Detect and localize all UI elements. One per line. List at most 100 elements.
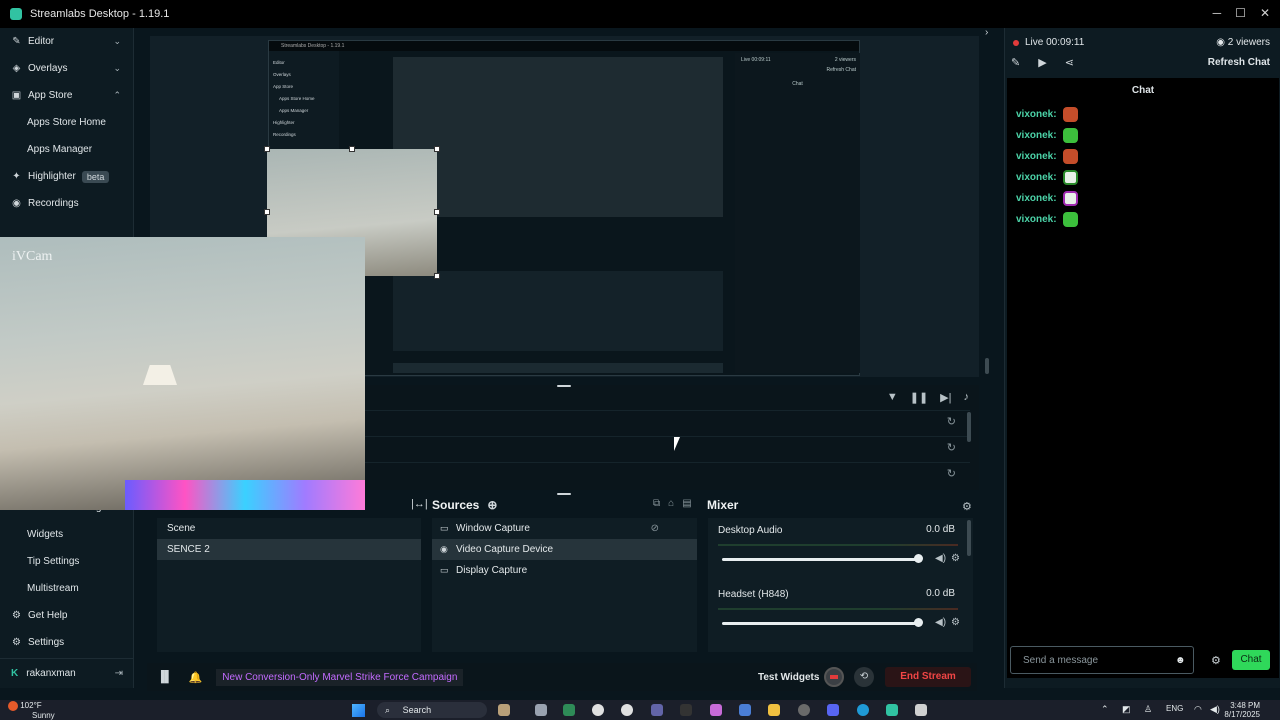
source-item-selected[interactable]: ◉ Video Capture Device	[432, 539, 697, 560]
chrome-icon[interactable]	[621, 704, 633, 716]
volume-slider[interactable]	[722, 558, 918, 561]
edit-stream-icon[interactable]: ✎	[1011, 56, 1020, 69]
tray-chevron-icon[interactable]: ⌃	[1101, 704, 1109, 715]
record-button[interactable]	[824, 667, 844, 687]
discord-icon[interactable]	[827, 704, 839, 716]
close-icon[interactable]: ✕	[1260, 6, 1270, 20]
sidebar-item-recordings[interactable]: ◉ Recordings	[0, 190, 133, 217]
add-source-icon[interactable]: ⊕	[487, 498, 497, 512]
speaker-icon[interactable]: ◀)	[935, 617, 946, 628]
sidebar-item-overlays[interactable]: ◈ Overlays ⌄	[0, 55, 133, 82]
resize-handle[interactable]	[434, 146, 440, 152]
replay-icon[interactable]: ↻	[947, 415, 956, 428]
chrome-icon[interactable]	[592, 704, 604, 716]
windows-start-icon[interactable]	[352, 704, 365, 717]
share-icon[interactable]: ⋖	[1065, 56, 1074, 69]
sidebar-item-apps-manager[interactable]: Apps Manager	[0, 136, 133, 163]
performance-icon[interactable]: ▐▌	[157, 671, 173, 683]
source-item[interactable]: ▭ Window Capture ⊘	[432, 518, 697, 539]
mixer-scrollbar[interactable]	[967, 520, 971, 556]
refresh-chat-button[interactable]: Refresh Chat	[1208, 57, 1270, 68]
chat-send-button[interactable]: Chat	[1232, 650, 1270, 670]
epic-games-icon[interactable]	[680, 704, 692, 716]
end-stream-button[interactable]: End Stream	[885, 667, 971, 687]
replay-buffer-button[interactable]: ⟲	[854, 667, 874, 687]
filter-icon[interactable]: ▼	[887, 391, 898, 404]
resize-divider[interactable]	[557, 493, 571, 495]
resize-handle[interactable]	[434, 273, 440, 279]
pause-icon[interactable]: ❚❚	[910, 391, 928, 404]
microphone-icon[interactable]: ♙	[1144, 704, 1152, 715]
resize-handle[interactable]	[349, 146, 355, 152]
replay-icon[interactable]: ↻	[947, 441, 956, 454]
sidebar-item-app-store[interactable]: ▣ App Store ⌃	[0, 82, 133, 109]
skip-icon[interactable]: ▶|	[940, 391, 951, 404]
source-item[interactable]: ▭ Display Capture	[432, 560, 697, 581]
logout-icon[interactable]: ⇥	[115, 668, 123, 679]
resize-handle[interactable]	[264, 146, 270, 152]
visibility-off-icon[interactable]: ⊘	[651, 523, 659, 534]
clock[interactable]: 3:48 PM 8/17/2025	[1224, 701, 1260, 719]
promo-link[interactable]: New Conversion-Only Marvel Strike Force …	[216, 668, 464, 686]
notification-icon[interactable]: 🔔	[189, 671, 203, 684]
events-scrollbar[interactable]	[967, 412, 971, 442]
chat-username[interactable]: vixonek:	[1016, 130, 1057, 141]
chat-settings-icon[interactable]: ⚙	[1211, 654, 1221, 667]
emoji-icon[interactable]: ☻	[1175, 655, 1186, 666]
sidebar-item-settings[interactable]: ⚙ Settings	[0, 629, 134, 656]
source-remove-icon[interactable]: ⌂	[668, 498, 674, 509]
file-explorer-icon[interactable]	[768, 704, 780, 716]
sidebar-item-tip-settings[interactable]: Tip Settings	[0, 548, 134, 575]
mixer-settings-icon[interactable]: ⚙	[962, 500, 972, 513]
taskbar-search[interactable]: ⌕ Search	[377, 702, 487, 718]
chevron-down-icon[interactable]: ⌄	[113, 36, 121, 47]
volume-slider-knob[interactable]	[914, 554, 923, 563]
resize-handle[interactable]	[434, 209, 440, 215]
sidebar-item-widgets[interactable]: Widgets	[0, 521, 134, 548]
store-icon[interactable]	[739, 704, 751, 716]
preview-scrollbar[interactable]	[985, 358, 989, 374]
collapse-sources-icon[interactable]: |↔|	[411, 498, 428, 510]
roblox-icon[interactable]	[915, 704, 927, 716]
sidebar-item-highlighter[interactable]: ✦ Highlighter beta	[0, 163, 133, 190]
minimize-icon[interactable]: ─	[1213, 6, 1222, 20]
chevron-up-icon[interactable]: ⌃	[113, 90, 121, 101]
sidebar-item-get-help[interactable]: ⚙ Get Help	[0, 602, 134, 629]
sidebar-item-apps-store-home[interactable]: Apps Store Home	[0, 109, 133, 136]
volume-icon[interactable]: ◀)	[1210, 704, 1220, 715]
app-icon[interactable]	[498, 704, 510, 716]
language-indicator[interactable]: ENG	[1166, 704, 1183, 713]
weather-widget[interactable]: 102°F Sunny	[8, 701, 55, 720]
sidebar-item-multistream[interactable]: Multistream	[0, 575, 134, 602]
chat-username[interactable]: vixonek:	[1016, 172, 1057, 183]
scene-item[interactable]: Scene	[157, 518, 421, 539]
task-view-icon[interactable]	[535, 704, 547, 716]
volume-icon[interactable]: ♪	[964, 391, 970, 404]
chat-username[interactable]: vixonek:	[1016, 193, 1057, 204]
volume-slider[interactable]	[722, 622, 918, 625]
chevron-down-icon[interactable]: ⌄	[113, 63, 121, 74]
channel-settings-icon[interactable]: ⚙	[951, 553, 960, 564]
camera-icon[interactable]: ▶	[1038, 56, 1046, 69]
teams-icon[interactable]	[651, 704, 663, 716]
source-folder-icon[interactable]: ⧉	[653, 498, 660, 509]
speaker-icon[interactable]: ◀)	[935, 553, 946, 564]
chat-message-input[interactable]: Send a message	[1010, 646, 1194, 674]
streamlabs-icon[interactable]	[886, 704, 898, 716]
user-account[interactable]: K rakanxman ⇥	[0, 658, 134, 688]
chat-username[interactable]: vixonek:	[1016, 214, 1057, 225]
app-icon[interactable]	[563, 704, 575, 716]
resize-handle[interactable]	[264, 209, 270, 215]
volume-slider-knob[interactable]	[914, 618, 923, 627]
copilot-icon[interactable]	[710, 704, 722, 716]
sidebar-item-editor[interactable]: ✎ Editor ⌄	[0, 28, 133, 55]
source-properties-icon[interactable]: ▤	[682, 498, 691, 509]
wifi-icon[interactable]: ◠	[1194, 704, 1202, 715]
maximize-icon[interactable]: ☐	[1235, 6, 1246, 20]
xbox-icon[interactable]	[798, 704, 810, 716]
replay-icon[interactable]: ↻	[947, 467, 956, 480]
test-widgets-label[interactable]: Test Widgets	[758, 672, 819, 683]
channel-settings-icon[interactable]: ⚙	[951, 617, 960, 628]
edge-icon[interactable]	[857, 704, 869, 716]
chat-username[interactable]: vixonek:	[1016, 151, 1057, 162]
